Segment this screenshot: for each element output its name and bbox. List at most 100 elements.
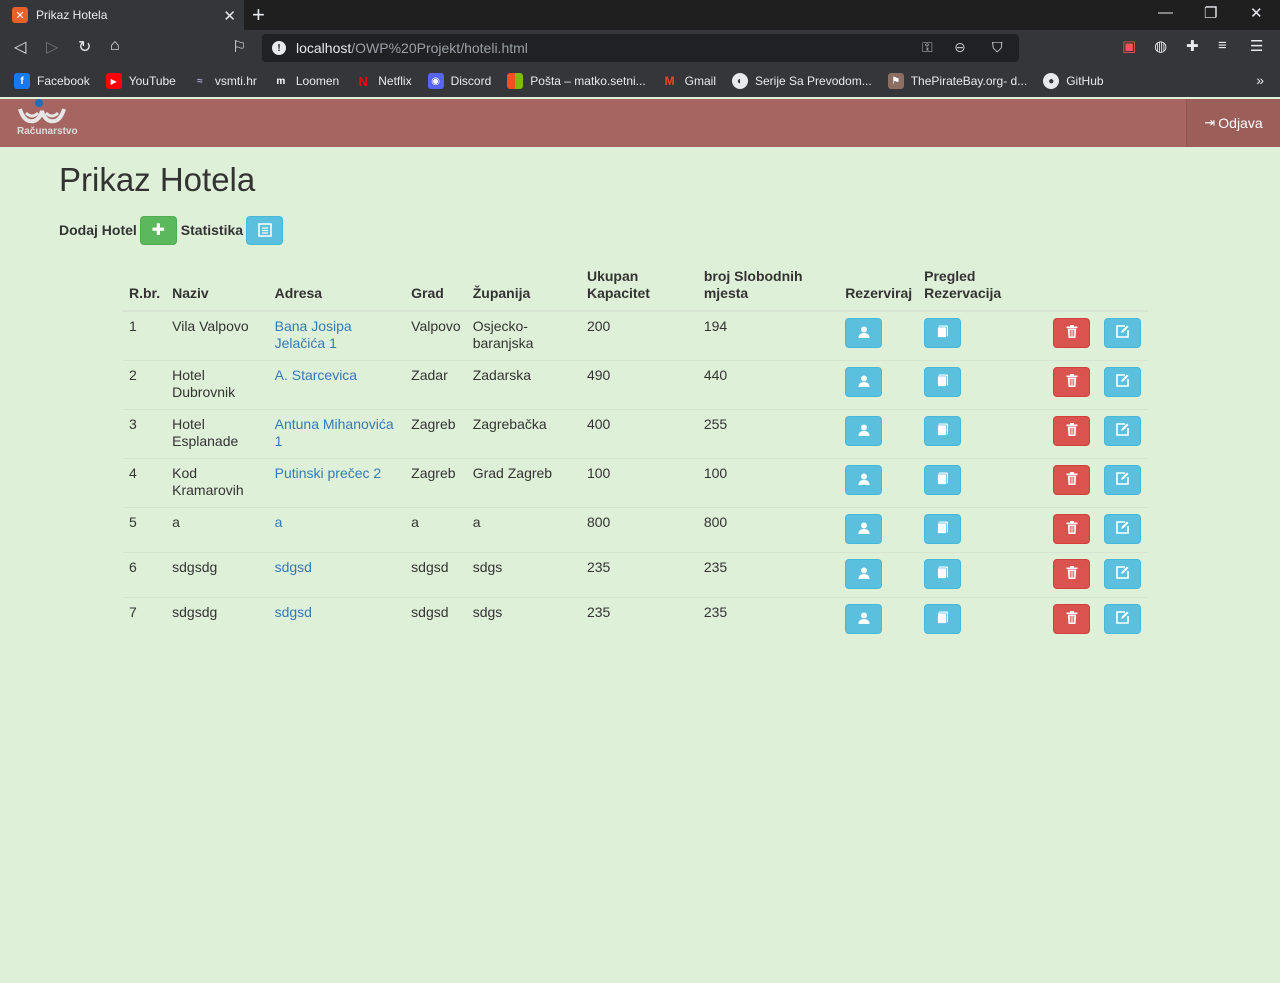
- edit-button[interactable]: [1103, 465, 1141, 495]
- view-reservations-button[interactable]: [924, 514, 962, 544]
- tab-bar: ✕ Prikaz Hotela ✕ + — ❐ ✕: [0, 0, 1280, 30]
- cell-adresa[interactable]: sdgsd: [268, 597, 406, 642]
- facebook-icon: f: [14, 73, 30, 89]
- cell-zupanija: a: [466, 507, 581, 553]
- stats-button[interactable]: [246, 215, 284, 245]
- cell-delete-button: [1047, 552, 1098, 598]
- user-icon: [858, 374, 870, 391]
- user-icon: [858, 325, 870, 342]
- add-hotel-button[interactable]: ✚: [139, 215, 177, 245]
- nav-bar: ◁ ▷ ↻ ⌂ ⚐ ! localhost /OWP%20Projekt/hot…: [0, 30, 1280, 65]
- reserve-button[interactable]: [845, 416, 883, 446]
- user-icon: [858, 521, 870, 538]
- new-tab-icon[interactable]: +: [252, 2, 265, 28]
- edit-button[interactable]: [1103, 416, 1141, 446]
- bookmark-vsmti[interactable]: ≈ vsmti.hr: [192, 73, 257, 89]
- key-icon[interactable]: ⚿: [922, 39, 933, 56]
- delete-button[interactable]: [1053, 514, 1091, 544]
- edit-button[interactable]: [1103, 604, 1141, 634]
- tab-title: Prikaz Hotela: [36, 8, 108, 22]
- cell-grad: Zadar: [405, 360, 467, 410]
- delete-button[interactable]: [1053, 367, 1091, 397]
- bookmark-piratebay[interactable]: ⚑ ThePirateBay.org- d...: [887, 73, 1027, 89]
- extensions-puzzle-icon[interactable]: ✚: [1186, 37, 1199, 55]
- edit-button[interactable]: [1103, 514, 1141, 544]
- delete-button[interactable]: [1053, 559, 1091, 589]
- reload-icon[interactable]: ↻: [78, 37, 91, 57]
- browser-tab[interactable]: ✕ Prikaz Hotela ✕: [0, 0, 244, 30]
- cell-reserve-button: [839, 409, 919, 459]
- bookmark-gmail[interactable]: M Gmail: [662, 73, 716, 89]
- cell-adresa[interactable]: sdgsd: [268, 552, 406, 598]
- view-reservations-button[interactable]: [924, 367, 962, 397]
- minimize-icon[interactable]: —: [1158, 4, 1173, 21]
- reserve-button[interactable]: [845, 559, 883, 589]
- home-icon[interactable]: ⌂: [110, 37, 120, 55]
- view-reservations-button[interactable]: [924, 604, 962, 634]
- cell-adresa[interactable]: a: [268, 507, 406, 553]
- bookmark-facebook[interactable]: f Facebook: [14, 73, 90, 89]
- site-info-icon[interactable]: !: [272, 41, 286, 55]
- reserve-button[interactable]: [845, 604, 883, 634]
- bookmark-serije[interactable]: ◐ Serije Sa Prevodom...: [732, 73, 872, 89]
- header-slobodno: broj Slobodnih mjesta: [697, 262, 840, 312]
- edit-button[interactable]: [1103, 559, 1141, 589]
- extension-vpn-icon[interactable]: ◍: [1154, 37, 1167, 55]
- cell-rbr: 4: [123, 458, 167, 508]
- header-pregled: Pregled Rezervacija: [918, 262, 1048, 312]
- bookmark-netflix[interactable]: N Netflix: [355, 73, 412, 89]
- table-row: 4 Kod Kramarovih Putinski prečec 2 Zagreb Gr…: [123, 458, 1148, 508]
- edit-icon: [1116, 373, 1129, 391]
- address-bar[interactable]: ! localhost /OWP%20Projekt/hoteli.html ⚿…: [262, 34, 1019, 62]
- delete-button[interactable]: [1053, 416, 1091, 446]
- reserve-button[interactable]: [845, 465, 883, 495]
- cell-kapacitet: 490: [580, 360, 698, 410]
- discord-icon: ◉: [427, 73, 444, 89]
- menu-icon[interactable]: ☰: [1250, 37, 1263, 55]
- delete-button[interactable]: [1053, 604, 1091, 634]
- view-reservations-button[interactable]: [924, 318, 962, 348]
- restore-icon[interactable]: ❐: [1204, 4, 1217, 22]
- cell-adresa[interactable]: Antuna Mihanovića 1: [268, 409, 406, 459]
- window-close-icon[interactable]: ✕: [1250, 4, 1263, 22]
- cell-delete-button: [1047, 458, 1098, 508]
- edit-button[interactable]: [1103, 318, 1141, 348]
- reserve-button[interactable]: [845, 318, 883, 348]
- brave-shield-icon[interactable]: ⛉: [992, 39, 1003, 56]
- cell-adresa[interactable]: Bana Josipa Jelačića 1: [268, 310, 406, 361]
- logout-button[interactable]: ⇥ Odjava: [1186, 99, 1280, 147]
- bookmark-posta[interactable]: Pošta – matko.setni...: [507, 73, 646, 89]
- back-icon[interactable]: ◁: [14, 37, 26, 57]
- view-reservations-button[interactable]: [924, 465, 962, 495]
- hotels-table: R.br. Naziv Adresa Grad Županija Ukupan …: [123, 262, 1148, 642]
- table-row: 6 sdgsdg sdgsd sdgsd sdgs 235 235: [123, 552, 1148, 598]
- zoom-icon[interactable]: ⊖: [954, 39, 966, 56]
- bookmark-youtube[interactable]: ▶ YouTube: [105, 73, 176, 89]
- delete-button[interactable]: [1053, 318, 1091, 348]
- bookmark-discord[interactable]: ◉ Discord: [427, 73, 491, 89]
- user-icon: [858, 423, 870, 440]
- racunarstvo-logo[interactable]: Računarstvo: [8, 99, 78, 143]
- bookmark-label: YouTube: [128, 74, 176, 88]
- cell-slobodno: 100: [697, 458, 840, 508]
- bookmark-loomen[interactable]: m Loomen: [273, 73, 339, 89]
- view-reservations-button[interactable]: [924, 559, 962, 589]
- delete-button[interactable]: [1053, 465, 1091, 495]
- reserve-button[interactable]: [845, 514, 883, 544]
- cell-zupanija: Zadarska: [466, 360, 581, 410]
- cell-reserve-button: [839, 597, 919, 642]
- edit-button[interactable]: [1103, 367, 1141, 397]
- cell-adresa[interactable]: Putinski prečec 2: [268, 458, 406, 508]
- cell-kapacitet: 100: [580, 458, 698, 508]
- bookmarks-overflow-icon[interactable]: »: [1256, 72, 1264, 88]
- media-queue-icon[interactable]: ≡: [1218, 37, 1227, 54]
- bookmark-icon[interactable]: ⚐: [232, 37, 246, 57]
- cell-naziv: sdgsdg: [166, 552, 269, 598]
- tab-close-icon[interactable]: ✕: [223, 7, 236, 25]
- cell-adresa[interactable]: A. Starcevica: [268, 360, 406, 410]
- reserve-button[interactable]: [845, 367, 883, 397]
- view-reservations-button[interactable]: [924, 416, 962, 446]
- bookmark-github[interactable]: ● GitHub: [1043, 73, 1104, 89]
- forward-icon[interactable]: ▷: [46, 37, 58, 57]
- extension-pdf-icon[interactable]: ▣: [1122, 37, 1136, 55]
